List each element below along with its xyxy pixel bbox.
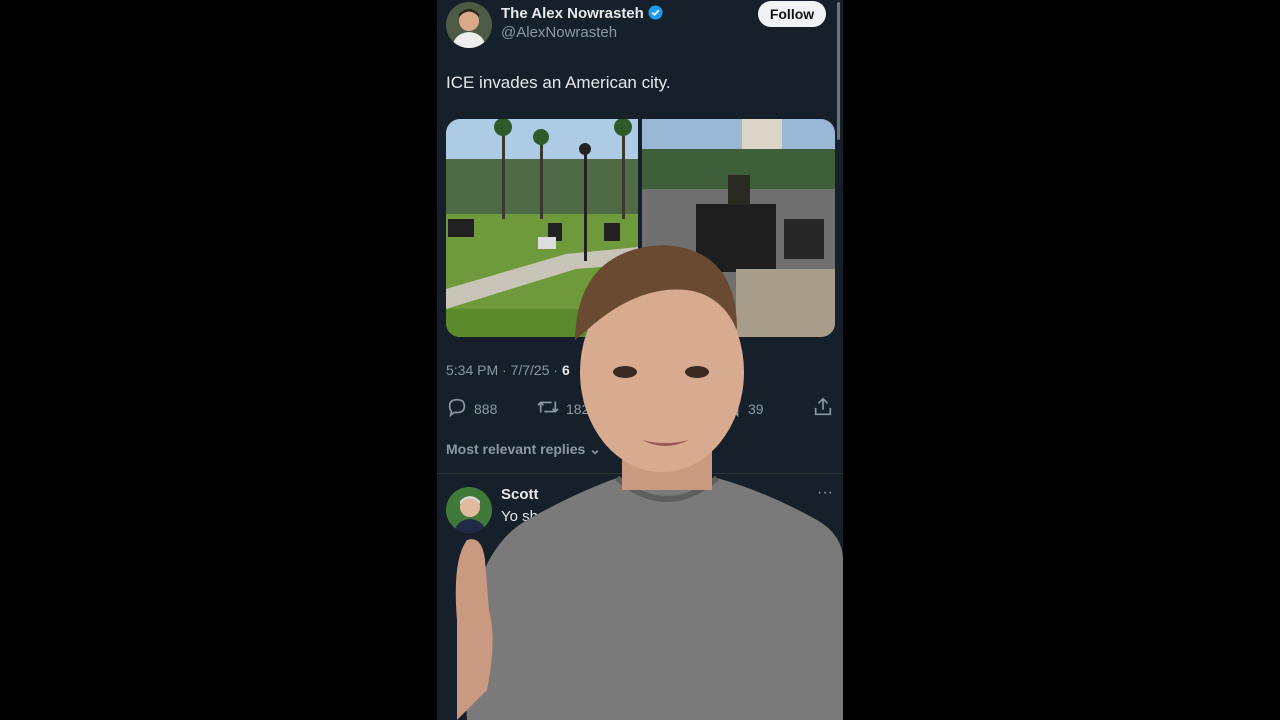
presenter-overlay (437, 0, 843, 720)
tweet-screen: The Alex Nowrasteh @AlexNowrasteh Follow… (437, 0, 843, 720)
